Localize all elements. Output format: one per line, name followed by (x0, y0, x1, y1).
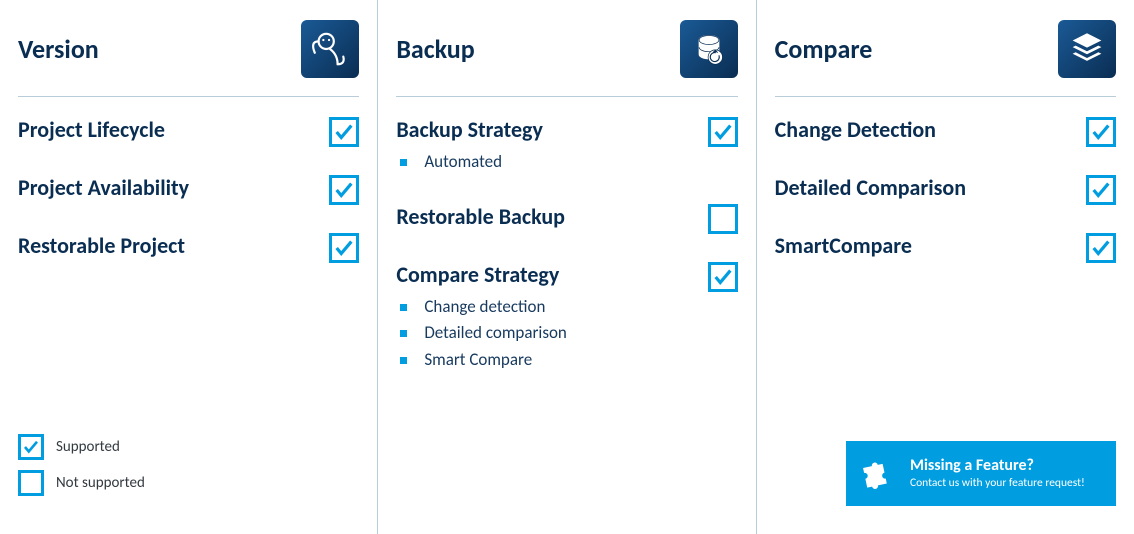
legend: Supported Not supported (18, 434, 145, 506)
database-icon (680, 20, 738, 78)
feature-name: Backup Strategy (396, 117, 707, 143)
checkbox-empty-icon (18, 470, 44, 496)
feature-name: SmartCompare (775, 233, 1086, 259)
checkbox-icon (329, 175, 359, 205)
feature-sub-item: Change detection (400, 294, 707, 320)
feature-text: Change Detection (775, 117, 1086, 143)
checkbox-icon (708, 262, 738, 292)
column-title: Compare (775, 33, 873, 65)
legend-label: Supported (56, 438, 120, 456)
feature-name: Detailed Comparison (775, 175, 1086, 201)
feature-name: Project Lifecycle (18, 117, 329, 143)
checkbox-empty-icon (708, 204, 738, 234)
feature-row: Restorable Project (18, 233, 359, 263)
feature-row: Compare Strategy Change detection Detail… (396, 262, 737, 373)
feature-name: Restorable Project (18, 233, 329, 259)
feature-name: Compare Strategy (396, 262, 707, 288)
column-compare: Compare Change Detection Detailed Compar… (756, 0, 1134, 534)
column-backup: Backup Backup Strategy Automated (377, 0, 755, 534)
feature-text: Compare Strategy Change detection Detail… (396, 262, 707, 373)
column-version: Version Project Lifecycle (0, 0, 377, 534)
checkbox-icon (18, 434, 44, 460)
feature-sub-item: Smart Compare (400, 347, 707, 373)
feature-row: SmartCompare (775, 233, 1116, 263)
checkbox-icon (1086, 117, 1116, 147)
checkbox-icon (329, 117, 359, 147)
column-header: Backup (396, 20, 737, 97)
feature-row: Backup Strategy Automated (396, 117, 737, 176)
feature-text: Project Availability (18, 175, 329, 201)
feature-sublist: Change detection Detailed comparison Sma… (396, 294, 707, 373)
feature-matrix: Version Project Lifecycle (0, 0, 1134, 534)
cta-title: Missing a Feature? (910, 456, 1085, 476)
feature-text: SmartCompare (775, 233, 1086, 259)
feature-row: Restorable Backup (396, 204, 737, 234)
puzzle-icon (858, 451, 898, 496)
checkbox-icon (1086, 233, 1116, 263)
feature-row: Change Detection (775, 117, 1116, 147)
feature-name: Restorable Backup (396, 204, 707, 230)
feature-text: Backup Strategy Automated (396, 117, 707, 176)
column-title: Backup (396, 33, 474, 65)
column-header: Compare (775, 20, 1116, 97)
legend-supported: Supported (18, 434, 145, 460)
column-header: Version (18, 20, 359, 97)
feature-sublist: Automated (396, 149, 707, 175)
feature-text: Detailed Comparison (775, 175, 1086, 201)
feature-sub-item: Automated (400, 149, 707, 175)
legend-label: Not supported (56, 474, 145, 492)
cta-sub: Contact us with your feature request! (910, 476, 1085, 491)
feature-name: Project Availability (18, 175, 329, 201)
feature-row: Project Availability (18, 175, 359, 205)
feature-text: Restorable Project (18, 233, 329, 259)
feature-row: Detailed Comparison (775, 175, 1116, 205)
legend-not-supported: Not supported (18, 470, 145, 496)
layers-icon (1058, 20, 1116, 78)
checkbox-icon (329, 233, 359, 263)
checkbox-icon (708, 117, 738, 147)
column-title: Version (18, 33, 99, 65)
feature-sub-item: Detailed comparison (400, 320, 707, 346)
feature-name: Change Detection (775, 117, 1086, 143)
robot-icon (301, 20, 359, 78)
checkbox-icon (1086, 175, 1116, 205)
feature-text: Restorable Backup (396, 204, 707, 230)
feature-request-button[interactable]: Missing a Feature? Contact us with your … (846, 441, 1116, 506)
cta-text: Missing a Feature? Contact us with your … (910, 456, 1085, 491)
feature-row: Project Lifecycle (18, 117, 359, 147)
feature-text: Project Lifecycle (18, 117, 329, 143)
